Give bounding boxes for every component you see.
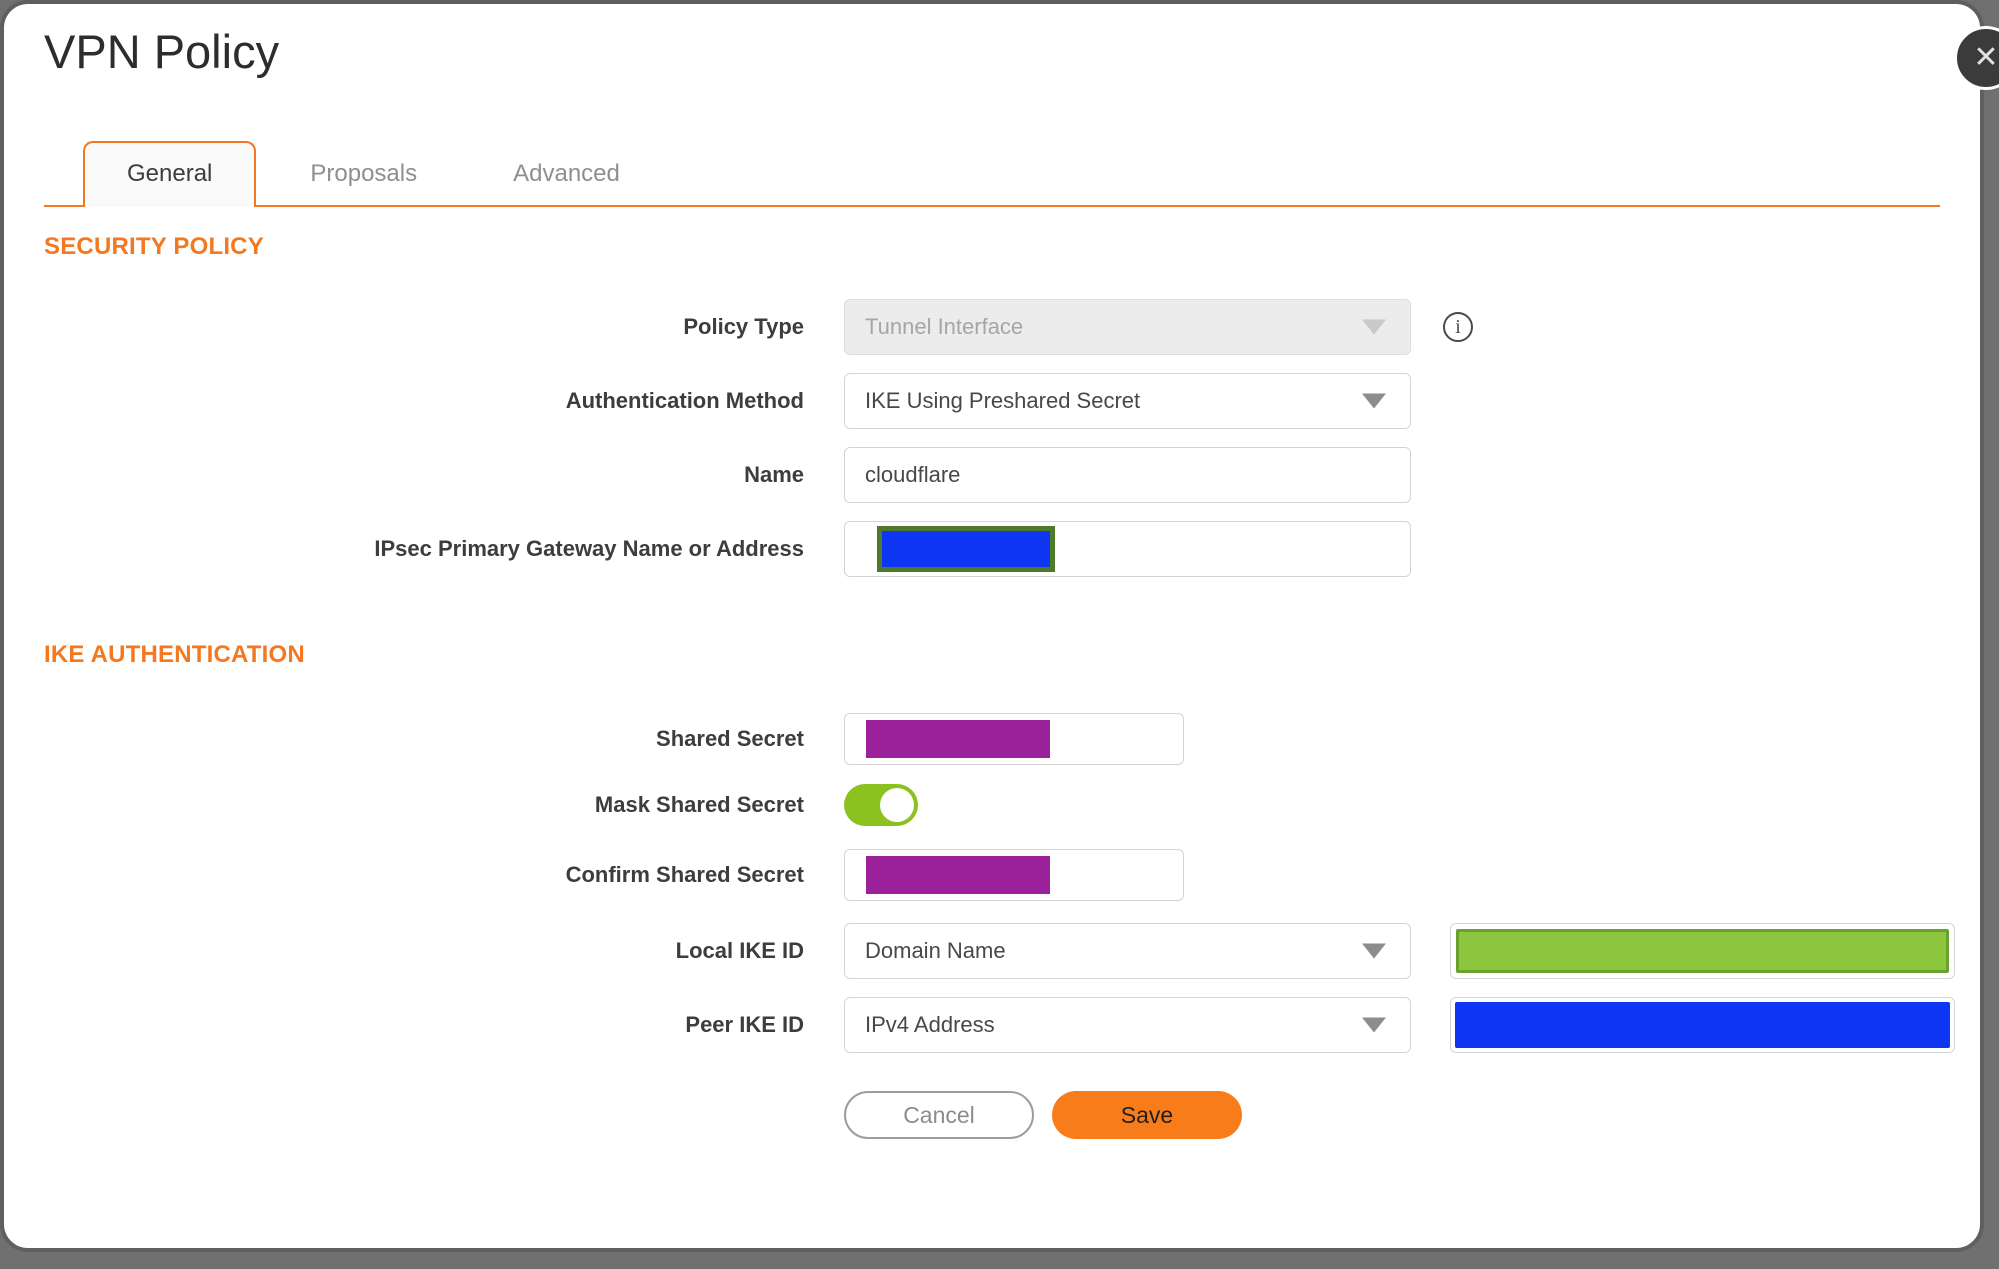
name-input[interactable]: cloudflare xyxy=(844,447,1411,503)
peer-ike-id-select[interactable]: IPv4 Address xyxy=(844,997,1411,1053)
local-ike-id-select[interactable]: Domain Name xyxy=(844,923,1411,979)
local-ike-id-label: Local IKE ID xyxy=(675,938,804,963)
tab-bar: General Proposals Advanced xyxy=(44,141,1940,207)
ipsec-gateway-redacted-value xyxy=(877,526,1055,572)
shared-secret-input[interactable] xyxy=(844,713,1184,765)
close-icon: ✕ xyxy=(1973,41,1999,74)
section-heading-ike-authentication: IKE AUTHENTICATION xyxy=(44,641,305,668)
ipsec-gateway-input[interactable] xyxy=(844,521,1411,577)
authentication-method-value: IKE Using Preshared Secret xyxy=(865,388,1141,413)
local-ike-id-row: Local IKE ID Domain Name xyxy=(4,923,1980,979)
save-button[interactable]: Save xyxy=(1052,1091,1242,1139)
tab-proposals[interactable]: Proposals xyxy=(268,143,459,205)
peer-ike-id-input[interactable] xyxy=(1450,997,1955,1053)
confirm-shared-secret-row: Confirm Shared Secret xyxy=(4,849,1980,901)
name-label: Name xyxy=(744,462,804,487)
confirm-shared-secret-redacted-value xyxy=(866,856,1050,894)
confirm-shared-secret-input[interactable] xyxy=(844,849,1184,901)
security-policy-form: Policy Type Tunnel Interface i Authentic… xyxy=(4,299,1980,577)
tab-advanced[interactable]: Advanced xyxy=(471,143,662,205)
authentication-method-label: Authentication Method xyxy=(565,388,804,413)
ipsec-gateway-label: IPsec Primary Gateway Name or Address xyxy=(374,536,804,561)
cancel-button[interactable]: Cancel xyxy=(844,1091,1034,1139)
peer-ike-id-redacted-value xyxy=(1455,1002,1950,1048)
authentication-method-row: Authentication Method IKE Using Preshare… xyxy=(4,373,1980,429)
shared-secret-label: Shared Secret xyxy=(656,726,804,751)
policy-type-value: Tunnel Interface xyxy=(865,314,1024,339)
mask-shared-secret-toggle[interactable] xyxy=(844,784,918,826)
policy-type-select: Tunnel Interface xyxy=(844,299,1411,355)
page-title: VPN Policy xyxy=(44,25,280,78)
ike-authentication-form: Shared Secret Mask Shared Secret Confirm… xyxy=(4,713,1980,1053)
ipsec-gateway-row: IPsec Primary Gateway Name or Address xyxy=(4,521,1980,577)
toggle-knob xyxy=(880,788,914,822)
confirm-shared-secret-label: Confirm Shared Secret xyxy=(565,862,804,887)
shared-secret-redacted-value xyxy=(866,720,1050,758)
peer-ike-id-label: Peer IKE ID xyxy=(685,1012,804,1037)
shared-secret-row: Shared Secret xyxy=(4,713,1980,765)
mask-shared-secret-row: Mask Shared Secret xyxy=(4,784,1980,826)
chevron-down-icon xyxy=(1362,943,1386,959)
local-ike-id-value: Domain Name xyxy=(865,938,1006,963)
peer-ike-id-row: Peer IKE ID IPv4 Address xyxy=(4,997,1980,1053)
policy-type-row: Policy Type Tunnel Interface i xyxy=(4,299,1980,355)
name-row: Name cloudflare xyxy=(4,447,1980,503)
local-ike-id-redacted-value xyxy=(1456,929,1949,973)
info-icon[interactable]: i xyxy=(1443,312,1473,342)
vpn-policy-dialog: VPN Policy General Proposals Advanced SE… xyxy=(0,0,1984,1252)
local-ike-id-input[interactable] xyxy=(1450,923,1955,979)
authentication-method-select[interactable]: IKE Using Preshared Secret xyxy=(844,373,1411,429)
peer-ike-id-value: IPv4 Address xyxy=(865,1012,995,1037)
section-heading-security-policy: SECURITY POLICY xyxy=(44,233,264,260)
chevron-down-icon xyxy=(1362,393,1386,409)
name-value: cloudflare xyxy=(865,462,961,487)
tab-general[interactable]: General xyxy=(83,141,257,207)
mask-shared-secret-label: Mask Shared Secret xyxy=(594,792,804,817)
chevron-down-icon xyxy=(1362,1017,1386,1033)
dialog-actions: Cancel Save xyxy=(844,1091,1980,1139)
chevron-down-icon xyxy=(1362,319,1386,335)
policy-type-label: Policy Type xyxy=(683,314,804,339)
